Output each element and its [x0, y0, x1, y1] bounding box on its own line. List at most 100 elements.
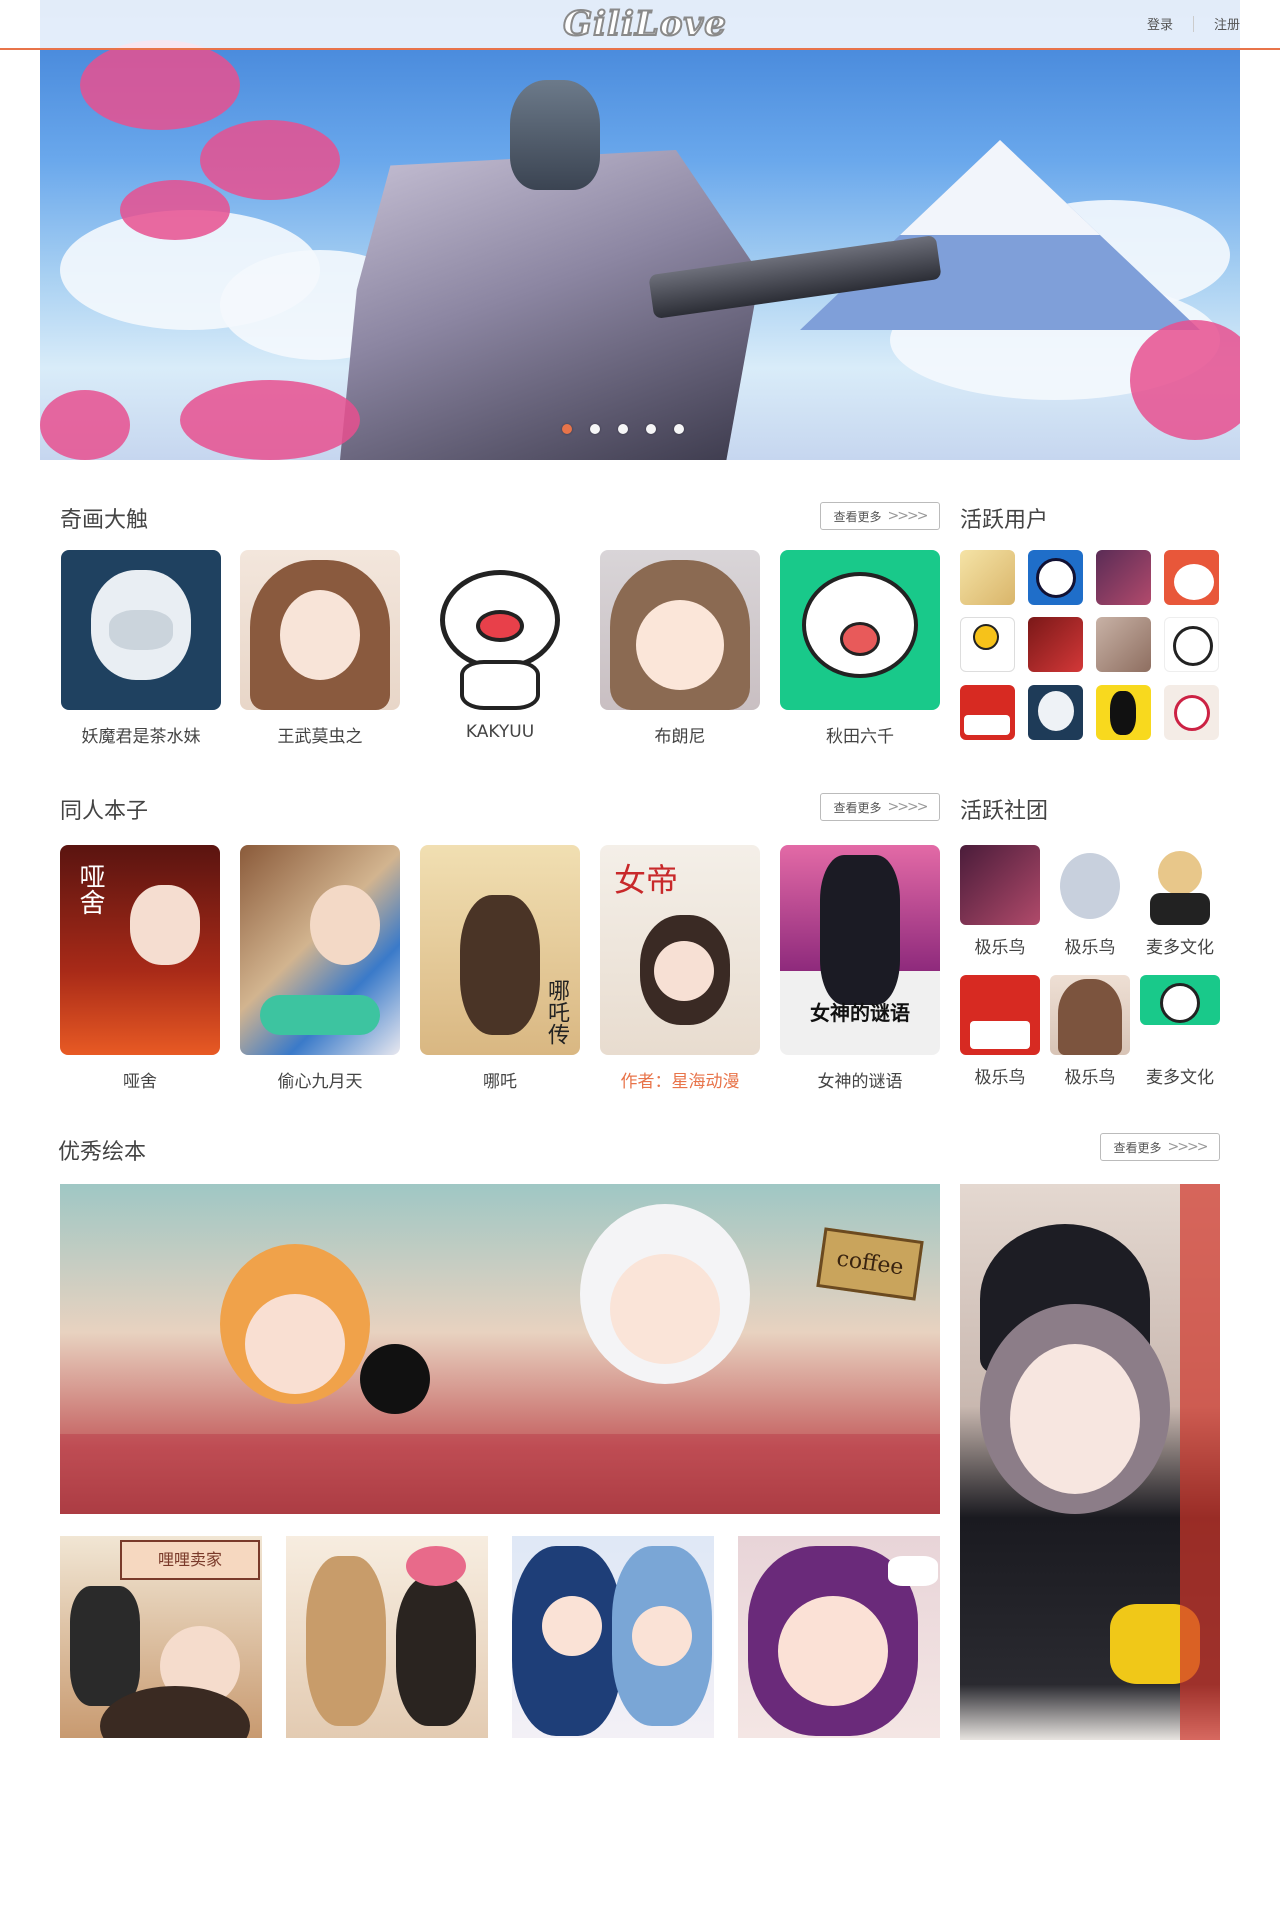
- user-avatar[interactable]: [1164, 550, 1219, 605]
- cover-title: 哪吒传: [544, 979, 569, 1045]
- site-logo[interactable]: GiliLove: [515, 3, 775, 45]
- artist-avatar: [61, 550, 221, 710]
- user-avatar[interactable]: [960, 617, 1015, 672]
- club-card[interactable]: 极乐鸟: [960, 845, 1040, 958]
- user-avatar[interactable]: [1028, 550, 1083, 605]
- carousel-dot[interactable]: [674, 424, 684, 434]
- view-more-label: 查看更多: [1113, 1140, 1162, 1155]
- club-name: 麦多文化: [1146, 938, 1214, 958]
- club-name: 麦多文化: [1146, 1068, 1214, 1088]
- user-avatar[interactable]: [1164, 617, 1219, 672]
- chevrons-right-icon: >>>>: [887, 508, 929, 524]
- hero-banner[interactable]: [40, 0, 1240, 460]
- artist-name: 布朗尼: [654, 727, 706, 747]
- artist-name: 王武莫虫之: [277, 727, 363, 747]
- divider: [1192, 15, 1194, 32]
- carousel-dots: [562, 424, 684, 434]
- doujin-name: 哑舍: [123, 1072, 157, 1092]
- club-card[interactable]: 麦多文化: [1140, 975, 1220, 1088]
- carousel-dot[interactable]: [562, 424, 572, 434]
- site-header: GiliLove 登录 注册: [40, 0, 1240, 48]
- doujin-card[interactable]: 偷心九月天: [240, 845, 400, 1092]
- doujin-card[interactable]: 女帝 作者：星海动漫: [600, 845, 760, 1092]
- doujin-cover: [240, 845, 400, 1055]
- page: GiliLove 登录 注册 奇画大触 查看更多 >>>> 妖魔君是茶水妹 王武…: [0, 0, 1280, 1916]
- artist-card[interactable]: 布朗尼: [600, 550, 760, 747]
- user-avatar[interactable]: [1164, 685, 1219, 740]
- carousel-dot[interactable]: [590, 424, 600, 434]
- user-avatar[interactable]: [1096, 550, 1151, 605]
- section-title-picture-books: 优秀绘本: [58, 1140, 147, 1165]
- view-more-label: 查看更多: [833, 800, 882, 815]
- section-title-active-users: 活跃用户: [960, 508, 1049, 533]
- doujin-cover: 女神的谜语: [780, 845, 940, 1055]
- artist-name: 秋田六千: [826, 727, 894, 747]
- side-picture-book[interactable]: [960, 1184, 1220, 1740]
- artist-avatar: [780, 550, 940, 710]
- club-card[interactable]: 极乐鸟: [1050, 845, 1130, 958]
- chevrons-right-icon: >>>>: [887, 799, 929, 815]
- section-title-artists: 奇画大触: [60, 508, 149, 533]
- view-more-label: 查看更多: [833, 509, 882, 524]
- carousel-dot[interactable]: [646, 424, 656, 434]
- doujin-card[interactable]: 哪吒传 哪吒: [420, 845, 580, 1092]
- section-title-doujin: 同人本子: [60, 799, 149, 824]
- user-avatar[interactable]: [960, 550, 1015, 605]
- club-name: 极乐鸟: [1064, 1068, 1116, 1088]
- cover-title: 女神的谜语: [810, 1001, 910, 1025]
- doujin-name: 哪吒: [483, 1072, 517, 1092]
- carousel-dot[interactable]: [618, 424, 628, 434]
- club-avatar: [960, 975, 1040, 1055]
- club-card[interactable]: 极乐鸟: [1050, 975, 1130, 1088]
- club-avatar: [960, 845, 1040, 925]
- artist-card[interactable]: 秋田六千: [780, 550, 940, 747]
- club-name: 极乐鸟: [1064, 938, 1116, 958]
- user-avatar[interactable]: [1096, 617, 1151, 672]
- picture-book-thumb[interactable]: [286, 1536, 488, 1738]
- doujin-cover: 哑舍: [60, 845, 220, 1055]
- club-avatar: [1050, 975, 1130, 1055]
- picture-book-thumb[interactable]: [512, 1536, 714, 1738]
- club-card[interactable]: 极乐鸟: [960, 975, 1040, 1088]
- doujin-cover: 哪吒传: [420, 845, 580, 1055]
- artist-avatar: [420, 550, 580, 710]
- chevrons-right-icon: >>>>: [1167, 1139, 1209, 1155]
- cover-title: 哑舍: [75, 863, 105, 915]
- view-more-doujin-button[interactable]: 查看更多 >>>>: [820, 793, 940, 821]
- view-more-artists-button[interactable]: 查看更多 >>>>: [820, 502, 940, 530]
- artist-name: KAKYUU: [465, 722, 535, 742]
- user-avatar[interactable]: [960, 685, 1015, 740]
- login-link[interactable]: 登录: [1147, 14, 1173, 33]
- club-card[interactable]: 麦多文化: [1140, 845, 1220, 958]
- header-divider: [0, 48, 1280, 50]
- artist-card[interactable]: KAKYUU: [420, 550, 580, 742]
- picture-book-thumb[interactable]: [738, 1536, 940, 1738]
- section-title-active-clubs: 活跃社团: [960, 799, 1049, 824]
- doujin-cover: 女帝: [600, 845, 760, 1055]
- artist-avatar: [240, 550, 400, 710]
- club-name: 极乐鸟: [974, 1068, 1026, 1088]
- user-avatar[interactable]: [1028, 685, 1083, 740]
- doujin-author: 作者：星海动漫: [620, 1072, 740, 1092]
- auth-links: 登录 注册: [1147, 14, 1240, 33]
- cover-title: 女帝: [614, 861, 679, 899]
- artist-card[interactable]: 妖魔君是茶水妹: [61, 550, 221, 747]
- register-link[interactable]: 注册: [1214, 14, 1240, 33]
- featured-picture-book[interactable]: coffee: [60, 1184, 940, 1514]
- club-name: 极乐鸟: [974, 938, 1026, 958]
- picture-book-thumb[interactable]: 哩哩卖家: [60, 1536, 262, 1738]
- user-avatar[interactable]: [1096, 685, 1151, 740]
- artist-card[interactable]: 王武莫虫之: [240, 550, 400, 747]
- club-avatar: [1050, 845, 1130, 925]
- user-avatar[interactable]: [1028, 617, 1083, 672]
- club-avatar: [1140, 975, 1220, 1025]
- shop-sign: 哩哩卖家: [120, 1540, 260, 1580]
- doujin-card[interactable]: 女神的谜语 女神的谜语: [780, 845, 940, 1092]
- coffee-sign: coffee: [816, 1227, 924, 1301]
- club-avatar: [1140, 845, 1220, 925]
- doujin-name: 偷心九月天: [277, 1072, 363, 1092]
- doujin-card[interactable]: 哑舍 哑舍: [60, 845, 220, 1092]
- view-more-picture-books-button[interactable]: 查看更多 >>>>: [1100, 1133, 1220, 1161]
- artist-avatar: [600, 550, 760, 710]
- artist-name: 妖魔君是茶水妹: [81, 727, 201, 747]
